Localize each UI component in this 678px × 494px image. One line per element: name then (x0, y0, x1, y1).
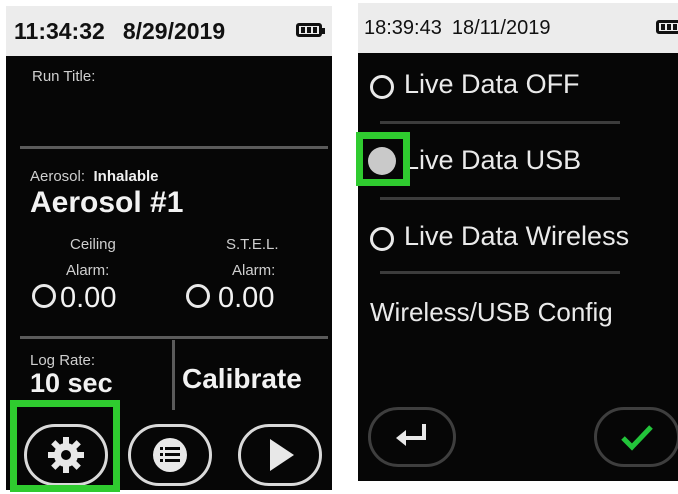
stel-alarm-value[interactable]: 0.00 (218, 282, 274, 315)
back-button[interactable] (368, 407, 456, 467)
back-arrow-icon (396, 424, 426, 446)
run-title-label[interactable]: Run Title: (32, 68, 95, 85)
divider (380, 197, 620, 200)
status-date: 18/11/2019 (451, 16, 551, 39)
stel-alarm-label: Alarm: (232, 262, 276, 279)
live-data-screen: 18:39:43 18/11/2019 Live Data OFF Live D… (358, 3, 678, 481)
status-time: 11:34:32 (14, 17, 105, 44)
usb-option-highlight-box (356, 132, 410, 186)
option-label: Live Data Wireless (404, 221, 630, 251)
play-icon (270, 439, 294, 471)
status-bar: 11:34:32 8/29/2019 (6, 6, 332, 56)
aerosol-label: Aerosol: (30, 168, 86, 185)
checkmark-icon (621, 425, 653, 451)
list-button[interactable] (128, 424, 212, 486)
option-live-data-off[interactable]: Live Data OFF (358, 65, 678, 105)
ceiling-alarm-radio[interactable] (32, 284, 56, 308)
battery-icon (296, 23, 325, 37)
aerosol-type-row[interactable]: Aerosol: Inhalable (30, 168, 159, 186)
radio-unselected (370, 75, 394, 99)
aerosol-name[interactable]: Aerosol #1 (30, 186, 183, 220)
status-date: 8/29/2019 (122, 17, 226, 44)
aerosol-type: Inhalable (93, 168, 159, 185)
log-rate-label: Log Rate: (30, 352, 96, 369)
ceiling-label: Ceiling (70, 236, 116, 253)
log-rate-value[interactable]: 10 sec (30, 368, 113, 399)
start-button[interactable] (238, 424, 322, 486)
stel-label: S.T.E.L. (226, 236, 279, 253)
option-live-data-wireless[interactable]: Live Data Wireless (358, 217, 678, 257)
radio-unselected (370, 227, 394, 251)
ceiling-alarm-value[interactable]: 0.00 (60, 282, 116, 315)
list-icon (153, 438, 187, 472)
status-time: 18:39:43 (364, 16, 442, 39)
option-label: Live Data USB (404, 145, 582, 175)
config-label: Wireless/USB Config (370, 297, 613, 327)
divider (380, 121, 620, 124)
divider (20, 146, 328, 149)
vertical-divider (172, 340, 175, 410)
ceiling-alarm-label: Alarm: (66, 262, 110, 279)
battery-icon (656, 20, 678, 34)
option-label: Live Data OFF (404, 69, 580, 99)
stel-alarm-radio[interactable] (186, 284, 210, 308)
divider (20, 336, 328, 339)
status-bar: 18:39:43 18/11/2019 (358, 3, 678, 53)
settings-highlight-box (10, 400, 120, 492)
calibrate-button[interactable]: Calibrate (182, 363, 302, 395)
confirm-button[interactable] (594, 407, 678, 467)
divider (380, 271, 620, 274)
wireless-usb-config-item[interactable]: Wireless/USB Config (358, 293, 678, 333)
